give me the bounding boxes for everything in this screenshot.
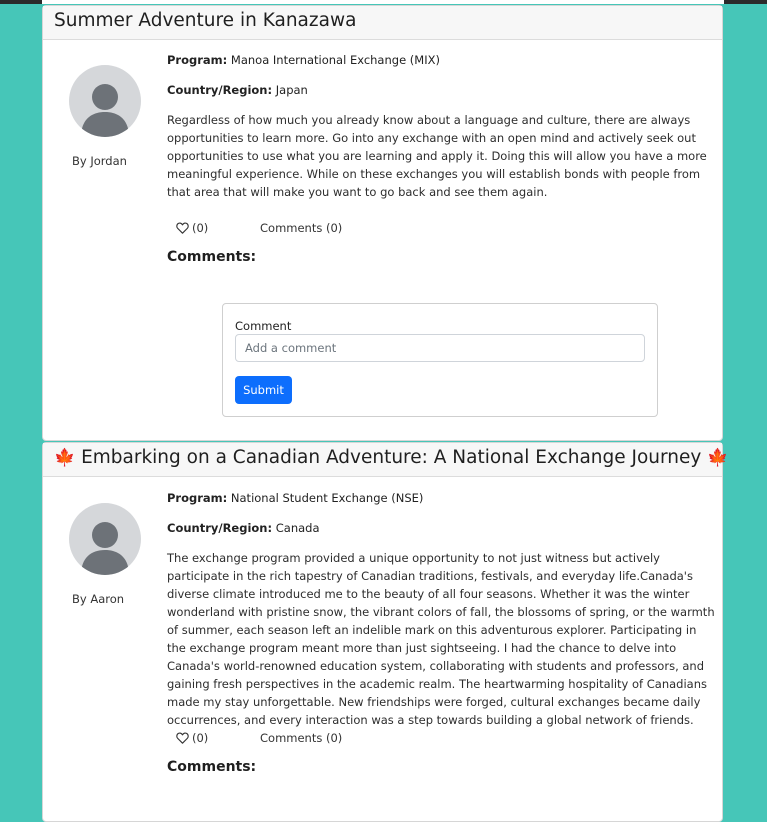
author-byline: By Jordan: [72, 154, 127, 168]
like-count: (0): [192, 221, 209, 235]
top-card-edge: [42, 0, 724, 4]
maple-leaf-icon: 🍁: [54, 448, 76, 468]
comments-heading: Comments:: [167, 759, 257, 775]
author-byline: By Aaron: [72, 592, 125, 606]
maple-leaf-icon: 🍁: [707, 448, 729, 468]
like-button[interactable]: (0): [176, 221, 208, 235]
post-card-header: 🍁 Embarking on a Canadian Adventure: A N…: [43, 443, 728, 477]
country-label: Country/Region:: [167, 83, 273, 97]
like-button[interactable]: (0): [176, 731, 208, 745]
program-value: Manoa International Exchange (MIX): [230, 53, 440, 67]
post-card: 🍁 Embarking on a Canadian Adventure: A N…: [42, 442, 728, 822]
country-label: Country/Region:: [167, 521, 273, 535]
heart-outline-icon: [176, 732, 189, 744]
avatar-icon: [69, 65, 141, 137]
program-line: Program: National Student Exchange (NSE): [167, 491, 423, 505]
comment-field-label: Comment: [235, 319, 292, 333]
comments-count-link[interactable]: Comments (0): [260, 731, 342, 745]
comments-heading: Comments:: [167, 249, 257, 265]
post-title: Summer Adventure in Kanazawa: [54, 10, 357, 31]
heart-outline-icon: [176, 222, 189, 234]
post-title: 🍁 Embarking on a Canadian Adventure: A N…: [54, 447, 728, 468]
comment-input[interactable]: [235, 334, 645, 362]
post-card-header: Summer Adventure in Kanazawa: [43, 6, 722, 40]
country-line: Country/Region: Canada: [167, 521, 320, 535]
program-label: Program:: [167, 53, 228, 67]
comment-form: Comment Submit: [222, 303, 658, 417]
submit-button[interactable]: Submit: [235, 376, 292, 404]
avatar-icon: [69, 503, 141, 575]
like-count: (0): [192, 731, 209, 745]
post-body: The exchange program provided a unique o…: [167, 551, 715, 727]
post-card: Summer Adventure in Kanazawa By Jordan P…: [42, 5, 723, 441]
comments-count-link[interactable]: Comments (0): [260, 221, 342, 235]
post-body: Regardless of how much you already know …: [167, 113, 707, 199]
country-value: Canada: [275, 521, 320, 535]
program-line: Program: Manoa International Exchange (M…: [167, 53, 440, 67]
country-line: Country/Region: Japan: [167, 83, 308, 97]
post-title-text: Embarking on a Canadian Adventure: A Nat…: [81, 447, 702, 468]
program-label: Program:: [167, 491, 228, 505]
program-value: National Student Exchange (NSE): [230, 491, 424, 505]
browser-top-strip: [0, 0, 767, 4]
country-value: Japan: [275, 83, 308, 97]
